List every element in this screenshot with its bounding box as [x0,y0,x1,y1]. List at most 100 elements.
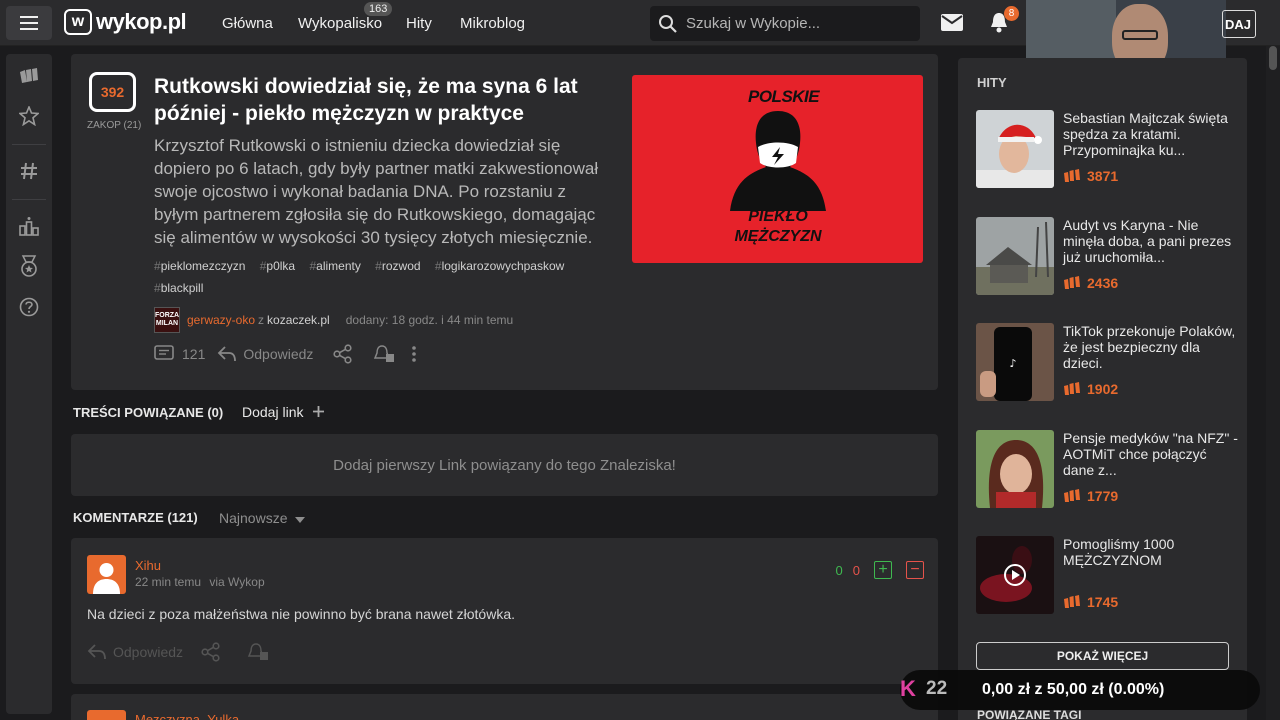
hits-sidebar: HITY Sebastian Majtczak święta spędza za… [958,58,1247,720]
comment-reply-label: Odpowiedz [113,644,184,660]
hit-item[interactable]: Sebastian Majtczak święta spędza za krat… [976,110,1236,190]
author-avatar[interactable]: FORZA MILAN [154,307,180,333]
hit-item[interactable]: Pomogliśmy 1000 MĘŻCZYZNOM 1745 [976,536,1236,616]
show-more-button[interactable]: POKAŻ WIĘCEJ [976,642,1229,670]
minus-count: 0 [852,562,860,578]
comment-count: 121 [182,346,206,362]
share-icon[interactable] [201,642,221,662]
article-image[interactable]: POLSKIE PIEKŁO MĘŻCZYZN [632,75,923,263]
star-icon[interactable] [19,106,39,126]
tag-link[interactable]: #p0lka [260,259,295,273]
tag-link[interactable]: #blackpill [154,281,203,295]
comment-reply-button[interactable]: Odpowiedz [87,643,183,661]
chevron-down-icon [295,517,306,523]
hit-thumbnail: ♪ [976,323,1054,401]
reply-button[interactable]: Odpowiedz [217,345,313,363]
image-text-top: POLSKIE [748,87,820,106]
hit-score: 1779 [1063,488,1118,504]
related-empty-text: Dodaj pierwszy Link powiązany do tego Zn… [333,456,676,474]
nav-hity[interactable]: Hity [406,15,432,32]
tag-label: blackpill [160,281,204,295]
hit-title: Pensje medyków "na NFZ" - AOTMiT chce po… [1063,430,1238,478]
more-options-button[interactable] [411,345,417,363]
reply-arrow-icon [218,346,237,362]
wykop-digs-icon [1064,489,1080,502]
vote-count-button[interactable]: 392 [89,72,136,112]
wykop-home-icon[interactable] [19,66,39,86]
nav-mikroblog[interactable]: Mikroblog [460,15,525,32]
comment-item: Mezczyzna_Yulka [71,694,938,720]
bell-observe-icon[interactable] [247,642,269,662]
reply-arrow-icon [87,644,106,660]
comment-text: Na dzieci z poza małżeństwa nie powinno … [87,606,516,622]
comment-time: 22 min temu [135,575,202,589]
tag-label: logikarozowychpaskow [441,259,565,273]
help-icon[interactable] [19,297,39,317]
hamburger-line [20,16,38,18]
source-link[interactable]: kozaczek.pl [267,313,330,327]
hit-score: 1745 [1063,594,1118,610]
author-link[interactable]: gerwazy-oko [187,313,255,327]
comments-button[interactable]: 121 [154,345,205,363]
article-card: 392 ZAKOP (21) Rutkowski dowiedział się,… [71,54,938,390]
related-empty-box[interactable]: Dodaj pierwszy Link powiązany do tego Zn… [71,434,938,496]
add-related-link-button[interactable]: Dodaj link [242,404,325,420]
added-time: dodany: 18 godz. i 44 min temu [345,313,514,327]
search-box[interactable] [650,6,920,41]
search-input[interactable] [686,15,906,32]
top-bar: w wykop.pl Główna Wykopalisko 163 Hity M… [0,0,1280,95]
commenter-avatar[interactable] [87,710,126,720]
login-button[interactable]: DAJ [1222,10,1256,38]
hit-score-value: 1902 [1087,381,1119,397]
hit-item[interactable]: Pensje medyków "na NFZ" - AOTMiT chce po… [976,430,1238,510]
wykop-digs-icon [1064,276,1080,289]
hashtag-icon[interactable] [19,161,39,181]
site-logo[interactable]: w wykop.pl [64,9,187,35]
hit-score-value: 1779 [1087,488,1119,504]
article-title[interactable]: Rutkowski dowiedział się, że ma syna 6 l… [154,73,614,127]
downvote-minus-icon[interactable]: − [906,561,924,579]
tag-label: p0lka [266,259,296,273]
wykop-digs-icon [1064,595,1080,608]
tag-link[interactable]: #pieklomezczyzn [154,259,245,273]
menu-button[interactable] [6,6,52,40]
tag-label: pieklomezczyzn [160,259,246,273]
sort-dropdown[interactable]: Najnowsze [219,510,306,526]
article-actions: 121 Odpowiedz [154,344,417,364]
hit-score-value: 2436 [1087,275,1119,291]
hit-title: Pomogliśmy 1000 MĘŻCZYZNOM [1063,536,1175,568]
article-description: Krzysztof Rutkowski o istnieniu dziecka … [154,136,599,247]
wykop-logo-icon: w [64,9,92,35]
hit-title: Audyt vs Karyna - Nie minęła doba, a pan… [1063,217,1232,265]
comments-icon [154,345,174,360]
commenter-name[interactable]: Xihu [135,558,161,573]
tag-link[interactable]: #alimenty [309,259,360,273]
tag-link[interactable]: #logikarozowychpaskow [435,259,564,273]
hit-title: TikTok przekonuje Polaków, że jest bezpi… [1063,323,1236,371]
observe-button[interactable] [373,344,395,364]
reply-label: Odpowiedz [243,346,314,362]
bury-button[interactable]: ZAKOP (21) [87,120,141,131]
ranking-icon[interactable] [19,216,39,236]
donation-amount: 0,00 zł z 50,00 zł (0.00%) [982,681,1165,698]
hit-thumbnail [976,110,1054,188]
upvote-plus-icon[interactable]: + [874,561,892,579]
hit-item[interactable]: ♪ TikTok przekonuje Polaków, że jest bez… [976,323,1236,403]
notification-badge: 8 [1004,6,1019,21]
badge-medal-icon[interactable] [19,255,39,277]
hit-item[interactable]: Audyt vs Karyna - Nie minęła doba, a pan… [976,217,1236,297]
commenter-name[interactable]: Mezczyzna_Yulka [135,712,239,720]
page-scrollbar[interactable] [1266,46,1280,720]
search-icon [659,14,677,33]
commenter-avatar[interactable] [87,555,126,594]
nav-wykopalisko[interactable]: Wykopalisko [298,15,382,32]
scrollbar-thumb[interactable] [1269,46,1277,70]
mail-icon[interactable] [941,14,963,31]
share-button[interactable] [333,344,353,364]
hit-score: 2436 [1063,275,1118,291]
share-icon [333,344,353,364]
hit-score: 3871 [1063,168,1118,184]
related-heading: TREŚCI POWIĄZANE (0) [73,405,224,420]
nav-glowna[interactable]: Główna [222,15,273,32]
tag-link[interactable]: #rozwod [375,259,420,273]
